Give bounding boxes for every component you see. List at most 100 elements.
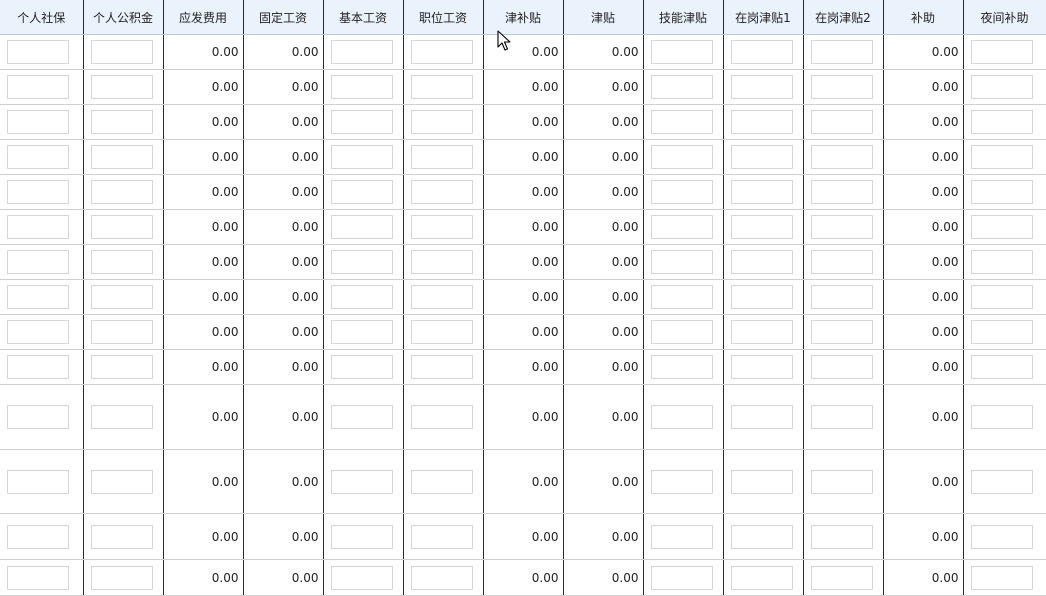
- cell-input-night-subsidy[interactable]: [970, 215, 1033, 239]
- cell-input-base-salary[interactable]: [330, 110, 393, 134]
- cell-input-base-salary[interactable]: [330, 215, 393, 239]
- cell-input-onduty-allowance-1[interactable]: [730, 405, 793, 429]
- cell-input-personal-social-security[interactable]: [7, 320, 69, 344]
- cell-input-night-subsidy[interactable]: [970, 40, 1033, 64]
- cell-input-position-salary[interactable]: [410, 75, 473, 99]
- cell-input-onduty-allowance-2[interactable]: [810, 469, 873, 494]
- cell-input-personal-housing-fund[interactable]: [90, 355, 153, 379]
- cell-input-position-salary[interactable]: [410, 40, 473, 64]
- cell-input-night-subsidy[interactable]: [970, 320, 1033, 344]
- column-header-fixed-salary[interactable]: 固定工资: [243, 0, 324, 35]
- cell-input-onduty-allowance-1[interactable]: [730, 75, 793, 99]
- column-header-position-salary[interactable]: 职位工资: [403, 0, 484, 35]
- cell-input-personal-housing-fund[interactable]: [90, 469, 153, 494]
- cell-input-personal-housing-fund[interactable]: [90, 285, 153, 309]
- column-header-onduty-allowance-2[interactable]: 在岗津贴2: [803, 0, 884, 35]
- cell-input-position-salary[interactable]: [410, 215, 473, 239]
- cell-input-position-salary[interactable]: [410, 524, 473, 549]
- cell-input-onduty-allowance-1[interactable]: [730, 320, 793, 344]
- cell-input-skill-allowance[interactable]: [650, 75, 713, 99]
- cell-input-personal-housing-fund[interactable]: [90, 524, 153, 549]
- cell-input-onduty-allowance-2[interactable]: [810, 405, 873, 429]
- cell-input-personal-social-security[interactable]: [7, 40, 69, 64]
- column-header-subsidy[interactable]: 补助: [883, 0, 964, 35]
- cell-input-onduty-allowance-2[interactable]: [810, 565, 873, 590]
- cell-input-onduty-allowance-2[interactable]: [810, 320, 873, 344]
- cell-input-night-subsidy[interactable]: [970, 565, 1033, 590]
- cell-input-personal-social-security[interactable]: [7, 250, 69, 274]
- cell-input-personal-housing-fund[interactable]: [90, 250, 153, 274]
- column-header-skill-allowance[interactable]: 技能津贴: [643, 0, 724, 35]
- cell-input-onduty-allowance-2[interactable]: [810, 250, 873, 274]
- cell-input-onduty-allowance-1[interactable]: [730, 565, 793, 590]
- cell-input-onduty-allowance-2[interactable]: [810, 524, 873, 549]
- cell-input-base-salary[interactable]: [330, 180, 393, 204]
- cell-input-personal-social-security[interactable]: [7, 75, 69, 99]
- cell-input-skill-allowance[interactable]: [650, 145, 713, 169]
- cell-input-night-subsidy[interactable]: [970, 469, 1033, 494]
- cell-input-position-salary[interactable]: [410, 180, 473, 204]
- cell-input-base-salary[interactable]: [330, 355, 393, 379]
- cell-input-base-salary[interactable]: [330, 145, 393, 169]
- cell-input-position-salary[interactable]: [410, 469, 473, 494]
- cell-input-base-salary[interactable]: [330, 320, 393, 344]
- cell-input-onduty-allowance-1[interactable]: [730, 250, 793, 274]
- cell-input-position-salary[interactable]: [410, 320, 473, 344]
- cell-input-position-salary[interactable]: [410, 285, 473, 309]
- cell-input-personal-housing-fund[interactable]: [90, 215, 153, 239]
- cell-input-onduty-allowance-2[interactable]: [810, 215, 873, 239]
- cell-input-personal-social-security[interactable]: [7, 469, 69, 494]
- cell-input-night-subsidy[interactable]: [970, 110, 1033, 134]
- cell-input-personal-housing-fund[interactable]: [90, 320, 153, 344]
- cell-input-night-subsidy[interactable]: [970, 145, 1033, 169]
- cell-input-skill-allowance[interactable]: [650, 250, 713, 274]
- column-header-personal-housing-fund[interactable]: 个人公积金: [83, 0, 164, 35]
- cell-input-onduty-allowance-2[interactable]: [810, 110, 873, 134]
- cell-input-personal-social-security[interactable]: [7, 110, 69, 134]
- cell-input-personal-housing-fund[interactable]: [90, 40, 153, 64]
- cell-input-onduty-allowance-1[interactable]: [730, 40, 793, 64]
- cell-input-position-salary[interactable]: [410, 565, 473, 590]
- cell-input-base-salary[interactable]: [330, 285, 393, 309]
- cell-input-skill-allowance[interactable]: [650, 285, 713, 309]
- cell-input-skill-allowance[interactable]: [650, 524, 713, 549]
- cell-input-personal-social-security[interactable]: [7, 180, 69, 204]
- cell-input-skill-allowance[interactable]: [650, 110, 713, 134]
- cell-input-personal-social-security[interactable]: [7, 405, 69, 429]
- cell-input-skill-allowance[interactable]: [650, 180, 713, 204]
- cell-input-personal-social-security[interactable]: [7, 145, 69, 169]
- cell-input-onduty-allowance-1[interactable]: [730, 469, 793, 494]
- column-header-allowance-subsidy[interactable]: 津补贴: [483, 0, 564, 35]
- cell-input-skill-allowance[interactable]: [650, 215, 713, 239]
- column-header-personal-social-security[interactable]: 个人社保: [0, 0, 84, 35]
- cell-input-personal-social-security[interactable]: [7, 355, 69, 379]
- cell-input-personal-housing-fund[interactable]: [90, 180, 153, 204]
- cell-input-personal-social-security[interactable]: [7, 524, 69, 549]
- cell-input-night-subsidy[interactable]: [970, 75, 1033, 99]
- column-header-night-subsidy[interactable]: 夜间补助: [963, 0, 1046, 35]
- cell-input-base-salary[interactable]: [330, 565, 393, 590]
- cell-input-skill-allowance[interactable]: [650, 469, 713, 494]
- cell-input-onduty-allowance-2[interactable]: [810, 40, 873, 64]
- cell-input-onduty-allowance-1[interactable]: [730, 180, 793, 204]
- cell-input-onduty-allowance-2[interactable]: [810, 355, 873, 379]
- cell-input-night-subsidy[interactable]: [970, 285, 1033, 309]
- cell-input-onduty-allowance-1[interactable]: [730, 145, 793, 169]
- cell-input-skill-allowance[interactable]: [650, 565, 713, 590]
- cell-input-onduty-allowance-2[interactable]: [810, 75, 873, 99]
- cell-input-night-subsidy[interactable]: [970, 524, 1033, 549]
- cell-input-onduty-allowance-1[interactable]: [730, 355, 793, 379]
- cell-input-base-salary[interactable]: [330, 524, 393, 549]
- cell-input-personal-social-security[interactable]: [7, 215, 69, 239]
- column-header-allowance[interactable]: 津贴: [563, 0, 644, 35]
- cell-input-base-salary[interactable]: [330, 75, 393, 99]
- column-header-base-salary[interactable]: 基本工资: [323, 0, 404, 35]
- column-header-onduty-allowance-1[interactable]: 在岗津贴1: [723, 0, 804, 35]
- cell-input-base-salary[interactable]: [330, 469, 393, 494]
- cell-input-base-salary[interactable]: [330, 40, 393, 64]
- cell-input-onduty-allowance-2[interactable]: [810, 285, 873, 309]
- cell-input-personal-housing-fund[interactable]: [90, 75, 153, 99]
- cell-input-position-salary[interactable]: [410, 250, 473, 274]
- cell-input-position-salary[interactable]: [410, 405, 473, 429]
- cell-input-onduty-allowance-1[interactable]: [730, 215, 793, 239]
